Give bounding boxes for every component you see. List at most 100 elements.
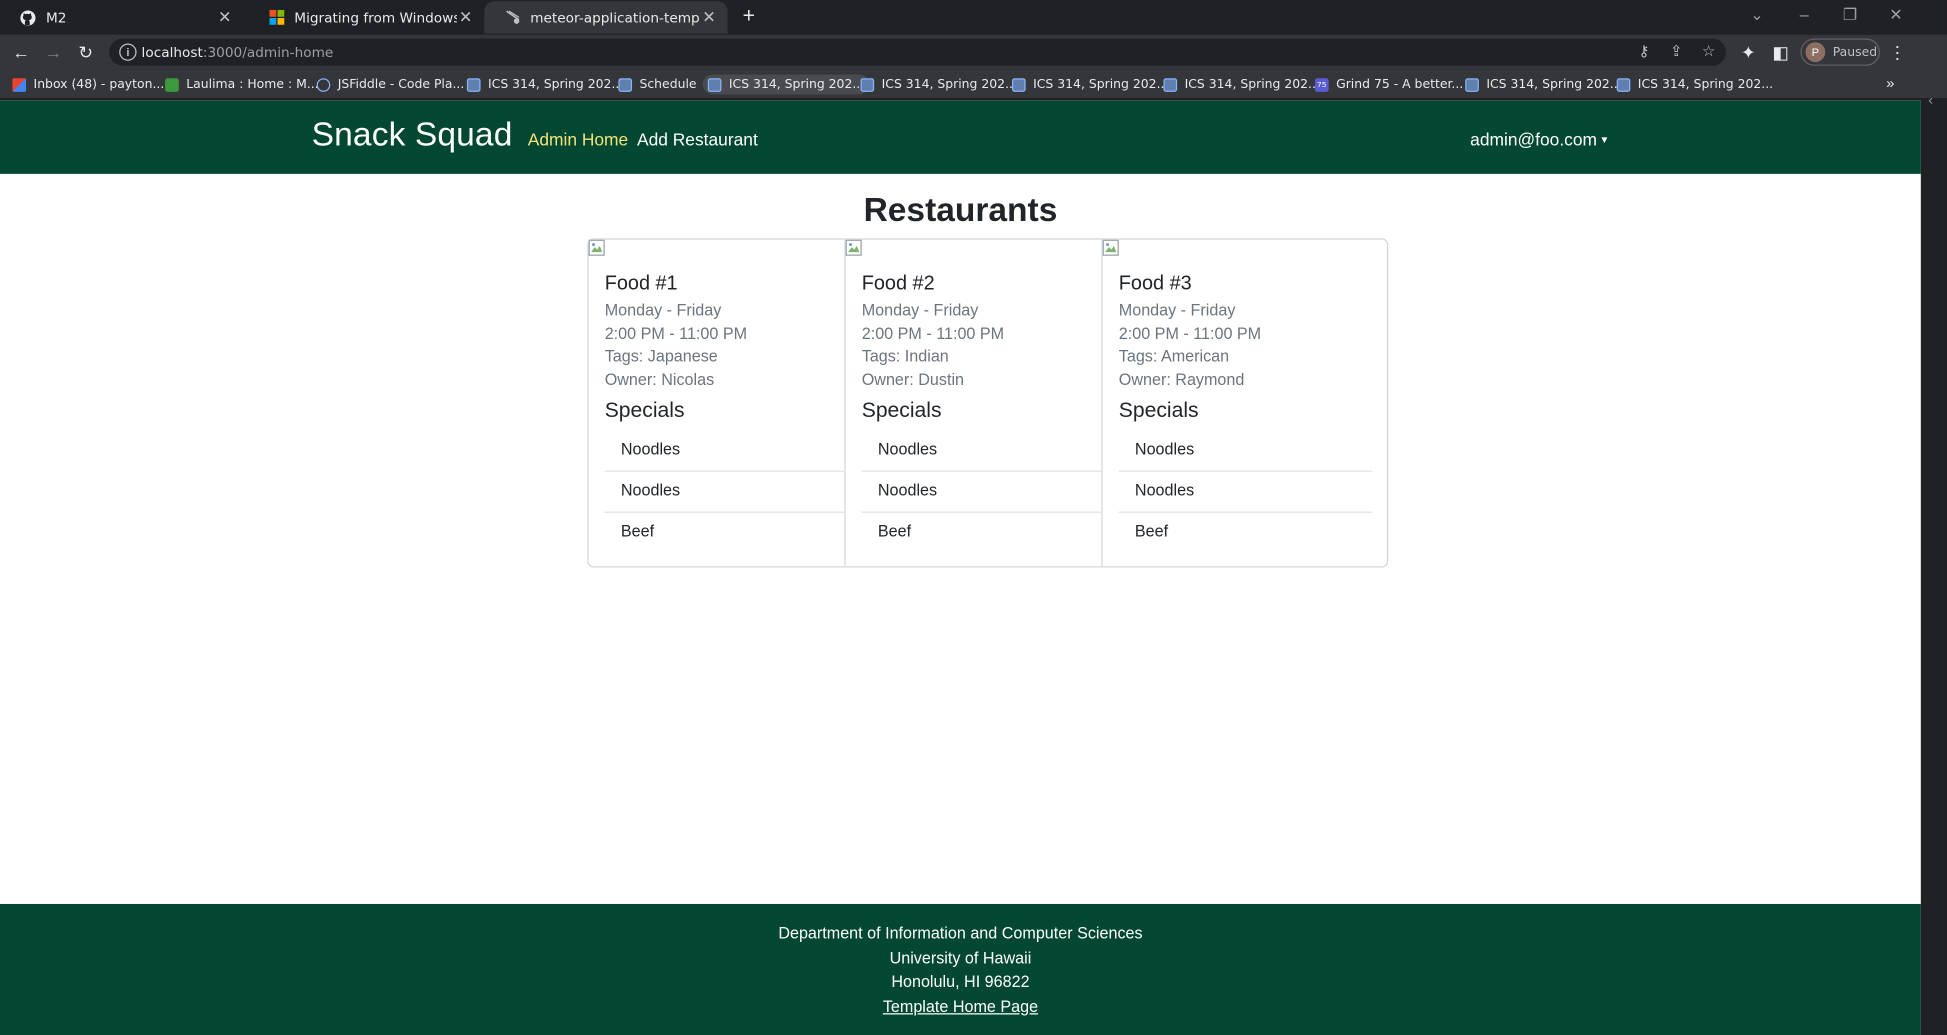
tab-title: meteor-application-template-rea xyxy=(530,9,700,26)
restaurant-tags: Tags: American xyxy=(1118,346,1230,366)
list-item: Noodles xyxy=(1118,472,1373,513)
restore-icon[interactable]: ❐ xyxy=(1838,5,1863,25)
page-icon xyxy=(1163,77,1178,92)
footer: Department of Information and Computer S… xyxy=(0,903,1921,1035)
footer-university: University of Hawaii xyxy=(889,948,1032,967)
page-title: Restaurants xyxy=(863,191,1058,229)
grind-icon: 75 xyxy=(1314,77,1329,92)
minimize-icon[interactable]: – xyxy=(1792,5,1817,24)
bookmark-item[interactable]: ICS 314, Spring 202... xyxy=(466,75,623,95)
template-home-link[interactable]: Template Home Page xyxy=(0,994,1921,1018)
restaurant-owner: Owner: Nicolas xyxy=(604,370,715,389)
list-item: Noodles xyxy=(1118,431,1373,472)
bookmarks-bar: Inbox (48) - payton... Laulima : Home : … xyxy=(0,69,1947,100)
bookmark-item[interactable]: ICS 314, Spring 202... xyxy=(860,75,1017,95)
restaurant-tags: Tags: Indian xyxy=(861,346,949,366)
specials-list: Noodles Noodles Beef xyxy=(1118,431,1373,554)
github-icon xyxy=(20,9,36,25)
more-bookmarks-icon[interactable]: » xyxy=(1886,75,1894,92)
restaurant-owner: Owner: Raymond xyxy=(1118,370,1245,389)
bookmark-item[interactable]: 75 Grind 75 - A better... xyxy=(1314,75,1463,95)
share-icon[interactable]: ⇪ xyxy=(1666,42,1686,59)
restaurant-card: Food #3 Monday - Friday 2:00 PM - 11:00 … xyxy=(1102,239,1387,567)
list-item: Beef xyxy=(620,521,655,541)
list-item: Noodles xyxy=(604,431,846,472)
list-item: Noodles xyxy=(861,472,1103,513)
tab-title: Migrating from Windows PowerS xyxy=(294,9,457,26)
page-icon xyxy=(707,77,722,92)
laulima-icon xyxy=(165,77,179,92)
broken-image-icon xyxy=(845,239,863,257)
restaurant-days: Monday - Friday xyxy=(1118,300,1236,320)
specials-list: Noodles Noodles Beef xyxy=(604,431,846,554)
side-panel-toggle-icon[interactable]: ‹ xyxy=(1928,93,1933,108)
restaurant-cards: Food #1 Monday - Friday 2:00 PM - 11:00 … xyxy=(587,238,1389,568)
page-icon xyxy=(860,77,875,92)
user-dropdown[interactable]: admin@foo.com ▼ xyxy=(1470,129,1609,149)
brand-link[interactable]: Snack Squad xyxy=(312,115,513,153)
restaurant-hours: 2:00 PM - 11:00 PM xyxy=(861,324,1005,343)
extensions-icon[interactable]: ✦ xyxy=(1737,41,1759,63)
restaurant-hours: 2:00 PM - 11:00 PM xyxy=(1118,324,1262,343)
nav-add-restaurant[interactable]: Add Restaurant xyxy=(637,129,758,149)
page-icon xyxy=(1616,77,1631,92)
close-icon[interactable]: ✕ xyxy=(700,8,717,27)
gmail-icon xyxy=(12,77,27,92)
close-icon[interactable]: ✕ xyxy=(216,8,233,27)
footer-department: Department of Information and Computer S… xyxy=(778,923,1143,943)
side-panel-edge: ‹ xyxy=(1920,93,1947,1035)
meteor-icon xyxy=(504,9,520,25)
restaurant-name: Food #2 xyxy=(861,273,935,295)
browser-toolbar: ← → ↻ i localhost:3000/admin-home ⚷ ⇪ ☆ … xyxy=(0,34,1947,70)
tab-strip: M2 ✕ Migrating from Windows PowerS ✕ met… xyxy=(0,0,1947,35)
page-icon xyxy=(1011,77,1026,92)
bookmark-item[interactable]: ICS 314, Spring 202... xyxy=(1616,75,1773,95)
page-icon xyxy=(466,77,481,92)
profile-button[interactable]: P Paused xyxy=(1800,38,1880,66)
nav-admin-home[interactable]: Admin Home xyxy=(528,129,628,149)
page-icon xyxy=(618,77,633,92)
restaurant-card: Food #1 Monday - Friday 2:00 PM - 11:00 … xyxy=(588,239,846,567)
bookmark-item[interactable]: ICS 314, Spring 202... xyxy=(702,74,870,95)
forward-icon[interactable]: → xyxy=(42,41,64,63)
list-item: Beef xyxy=(1134,521,1169,541)
bookmark-item[interactable]: Schedule xyxy=(618,75,697,95)
restaurant-days: Monday - Friday xyxy=(861,300,979,320)
cloud-icon xyxy=(316,77,331,92)
tab-migrating[interactable]: Migrating from Windows PowerS ✕ xyxy=(248,1,484,33)
menu-icon[interactable]: ⋮ xyxy=(1886,41,1908,63)
window-close-icon[interactable]: ✕ xyxy=(1884,5,1909,25)
key-icon[interactable]: ⚷ xyxy=(1634,42,1654,59)
info-icon[interactable]: i xyxy=(119,43,137,61)
restaurant-owner: Owner: Dustin xyxy=(861,370,965,389)
restaurant-hours: 2:00 PM - 11:00 PM xyxy=(604,324,748,343)
profile-status: Paused xyxy=(1832,45,1878,59)
bookmark-item[interactable]: ICS 314, Spring 202... xyxy=(1465,75,1622,95)
bookmark-item[interactable]: JSFiddle - Code Pla... xyxy=(316,75,464,95)
address-bar[interactable]: i localhost:3000/admin-home ⚷ ⇪ ☆ xyxy=(109,38,1726,66)
restaurant-card: Food #2 Monday - Friday 2:00 PM - 11:00 … xyxy=(845,239,1103,567)
bookmark-item[interactable]: Laulima : Home : M... xyxy=(165,75,319,95)
microsoft-icon xyxy=(268,9,284,25)
new-tab-button[interactable]: + xyxy=(738,5,760,27)
page-icon xyxy=(1465,77,1479,92)
star-icon[interactable]: ☆ xyxy=(1699,42,1719,59)
page-viewport: Snack Squad Admin Home Add Restaurant ad… xyxy=(0,100,1921,1035)
back-icon[interactable]: ← xyxy=(10,41,32,63)
tab-search-icon[interactable]: ⌄ xyxy=(1745,5,1770,25)
specials-list: Noodles Noodles Beef xyxy=(861,431,1103,554)
restaurant-name: Food #1 xyxy=(604,273,678,295)
side-panel-icon[interactable]: ◧ xyxy=(1769,41,1791,63)
list-item: Noodles xyxy=(861,431,1103,472)
broken-image-icon xyxy=(588,239,606,257)
restaurant-name: Food #3 xyxy=(1118,273,1192,295)
bookmark-item[interactable]: ICS 314, Spring 202... xyxy=(1011,75,1168,95)
tab-m2[interactable]: M2 ✕ xyxy=(0,1,243,33)
bookmark-item[interactable]: Inbox (48) - payton... xyxy=(12,75,164,95)
tab-meteor[interactable]: meteor-application-template-rea ✕ xyxy=(484,1,728,34)
reload-icon[interactable]: ↻ xyxy=(75,41,97,63)
bookmark-item[interactable]: ICS 314, Spring 202... xyxy=(1163,75,1320,95)
avatar: P xyxy=(1805,42,1826,63)
tab-title: M2 xyxy=(45,9,67,26)
close-icon[interactable]: ✕ xyxy=(457,8,474,27)
